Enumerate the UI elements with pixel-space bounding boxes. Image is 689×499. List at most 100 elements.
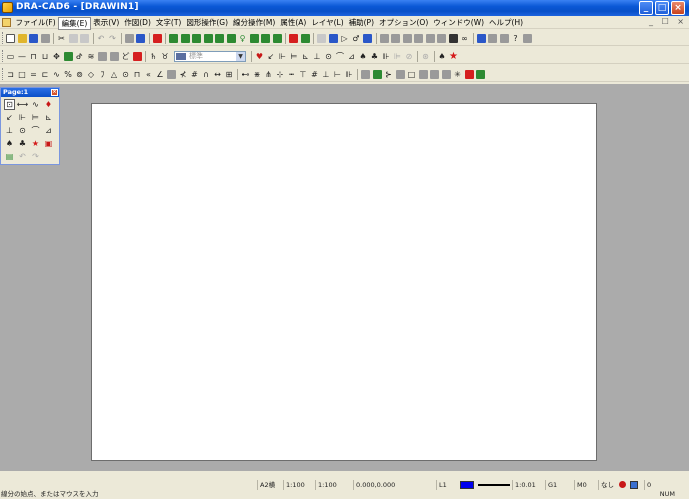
palette-tool-icon[interactable]: ⊙: [17, 125, 28, 136]
palette-close-button[interactable]: ×: [51, 89, 58, 96]
dash-icon[interactable]: ┅: [287, 70, 296, 79]
layer-red-icon[interactable]: [464, 69, 474, 79]
arc-icon[interactable]: ⌒: [336, 52, 345, 61]
info-icon[interactable]: ♂: [352, 34, 361, 43]
status-snap[interactable]: なし: [598, 480, 614, 490]
toolbar-grip[interactable]: [2, 32, 5, 44]
menu-item[interactable]: オプション(O): [377, 17, 431, 30]
cascade-icon[interactable]: [499, 33, 509, 43]
select-icon[interactable]: [124, 33, 134, 43]
palette-tool-icon[interactable]: ↷: [30, 151, 41, 162]
l-shape-icon[interactable]: ⊥: [322, 70, 331, 79]
view-icon[interactable]: [272, 33, 282, 43]
title-bar[interactable]: DRA-CAD6 - [DRAWIN1] _ □ ×: [0, 0, 689, 16]
dropdown-icon[interactable]: ▼: [236, 51, 245, 61]
tool-palette[interactable]: Page:1 × ⊡ ⟷ ∿ ♦ ↙ ⊩ ⊨ ⊾ ⊥ ⊙ ⌒ ⊿ ♠ ♣ ★ ▣ ▤ ↶ ↷: [0, 87, 60, 165]
menu-item[interactable]: ヘルプ(H): [487, 17, 526, 30]
offset-icon[interactable]: ⊨: [290, 52, 299, 61]
step-icon[interactable]: ⊤: [299, 70, 308, 79]
rotate-icon[interactable]: ⊙: [121, 70, 130, 79]
tangent-icon[interactable]: ⊿: [347, 52, 356, 61]
menu-item[interactable]: 線分操作(M): [231, 17, 278, 30]
join-icon[interactable]: ⊷: [241, 70, 250, 79]
status-paper-size[interactable]: A2横: [257, 480, 275, 490]
bars-icon[interactable]: [109, 51, 119, 61]
close-button[interactable]: ×: [671, 1, 685, 15]
bracket-icon[interactable]: ⊏: [41, 70, 50, 79]
zoom-in-icon[interactable]: [169, 33, 178, 43]
figure-icon[interactable]: [441, 69, 451, 79]
brush-icon[interactable]: ど: [121, 52, 130, 61]
arch-icon[interactable]: ∩: [202, 70, 211, 79]
delete-icon[interactable]: [152, 33, 162, 43]
grid-block-icon[interactable]: ⊞: [225, 70, 234, 79]
fill-icon[interactable]: [98, 51, 107, 61]
layer-green-icon[interactable]: [476, 69, 485, 79]
tile-icon[interactable]: [488, 33, 497, 43]
menu-item[interactable]: ファイル(F): [13, 17, 58, 30]
insert-icon[interactable]: [418, 69, 428, 79]
palette-tool-icon[interactable]: ⌒: [30, 125, 41, 136]
diamond-icon[interactable]: ◇: [87, 70, 96, 79]
arrow-left-icon[interactable]: «: [144, 70, 153, 79]
minimize-button[interactable]: _: [639, 1, 653, 15]
link-icon[interactable]: ∞: [460, 34, 469, 43]
link-chain-icon[interactable]: ♄: [149, 52, 158, 61]
app-icon[interactable]: [2, 2, 13, 13]
block-icon[interactable]: [167, 69, 176, 79]
status-mode[interactable]: M0: [574, 480, 587, 490]
undo-icon[interactable]: ↶: [97, 34, 106, 43]
palette-tool-icon[interactable]: ♠: [4, 138, 15, 149]
align-center-icon[interactable]: [391, 33, 400, 43]
palette-tool-icon[interactable]: ⟷: [17, 99, 28, 110]
club-icon[interactable]: ♣: [370, 52, 379, 61]
measure-icon[interactable]: ▷: [340, 34, 349, 43]
status-scale-1[interactable]: 1:100: [283, 480, 305, 490]
menu-item[interactable]: 属性(A): [278, 17, 309, 30]
trim-icon[interactable]: ⊘: [405, 52, 414, 61]
select-area-icon[interactable]: [136, 33, 145, 43]
pen-icon[interactable]: ♠: [438, 52, 447, 61]
corner-icon[interactable]: ⊩: [278, 52, 287, 61]
extend-icon[interactable]: ⊹: [276, 70, 285, 79]
palette-title-bar[interactable]: Page:1 ×: [1, 88, 59, 97]
hatch-icon[interactable]: ≋: [87, 52, 96, 61]
align-top-icon[interactable]: [414, 33, 423, 43]
square-icon[interactable]: □: [18, 70, 27, 79]
circle-icon[interactable]: ⊙: [324, 52, 333, 61]
palette-tool-icon[interactable]: ⊥: [4, 125, 15, 136]
spade-icon[interactable]: ♠: [359, 52, 368, 61]
pan-icon[interactable]: [226, 33, 236, 43]
image-icon[interactable]: [395, 69, 405, 79]
group-icon[interactable]: [300, 33, 310, 43]
layer-icon[interactable]: [630, 481, 638, 489]
context-help-icon[interactable]: [522, 33, 532, 43]
status-group[interactable]: G1: [545, 480, 557, 490]
span-icon[interactable]: ↔: [213, 70, 222, 79]
new-icon[interactable]: [6, 33, 15, 43]
chamfer-icon[interactable]: ⊫: [393, 52, 402, 61]
dimension-icon[interactable]: ⊀: [179, 70, 188, 79]
toolbar-grip[interactable]: [2, 50, 5, 62]
help-icon[interactable]: ?: [511, 34, 520, 43]
property-icon[interactable]: [363, 33, 372, 43]
wave-icon[interactable]: ∿: [52, 70, 61, 79]
zoom-prev-icon[interactable]: [215, 33, 224, 43]
text-style-icon[interactable]: ᕷ: [75, 52, 84, 61]
palette-tool-icon[interactable]: ∿: [30, 99, 41, 110]
menu-item[interactable]: レイヤ(L): [309, 17, 346, 30]
menu-item[interactable]: 文字(T): [153, 17, 183, 30]
angle-icon[interactable]: ⊾: [301, 52, 310, 61]
sparkle-icon[interactable]: ✳: [453, 70, 462, 79]
layer-icon[interactable]: [289, 33, 298, 43]
palette-tool-icon[interactable]: ⊩: [17, 112, 28, 123]
rect-icon[interactable]: ▭: [6, 52, 15, 61]
palette-tool-icon[interactable]: ⊿: [43, 125, 54, 136]
style-combo[interactable]: 標準 ▼: [174, 50, 246, 62]
fillet-icon[interactable]: ⊪: [382, 52, 391, 61]
column-icon[interactable]: ⊓: [133, 70, 142, 79]
angle-mark-icon[interactable]: ∠: [156, 70, 165, 79]
grid-icon[interactable]: [317, 33, 326, 43]
perp-icon[interactable]: ⊥: [313, 52, 322, 61]
hash-icon[interactable]: #: [190, 70, 199, 79]
